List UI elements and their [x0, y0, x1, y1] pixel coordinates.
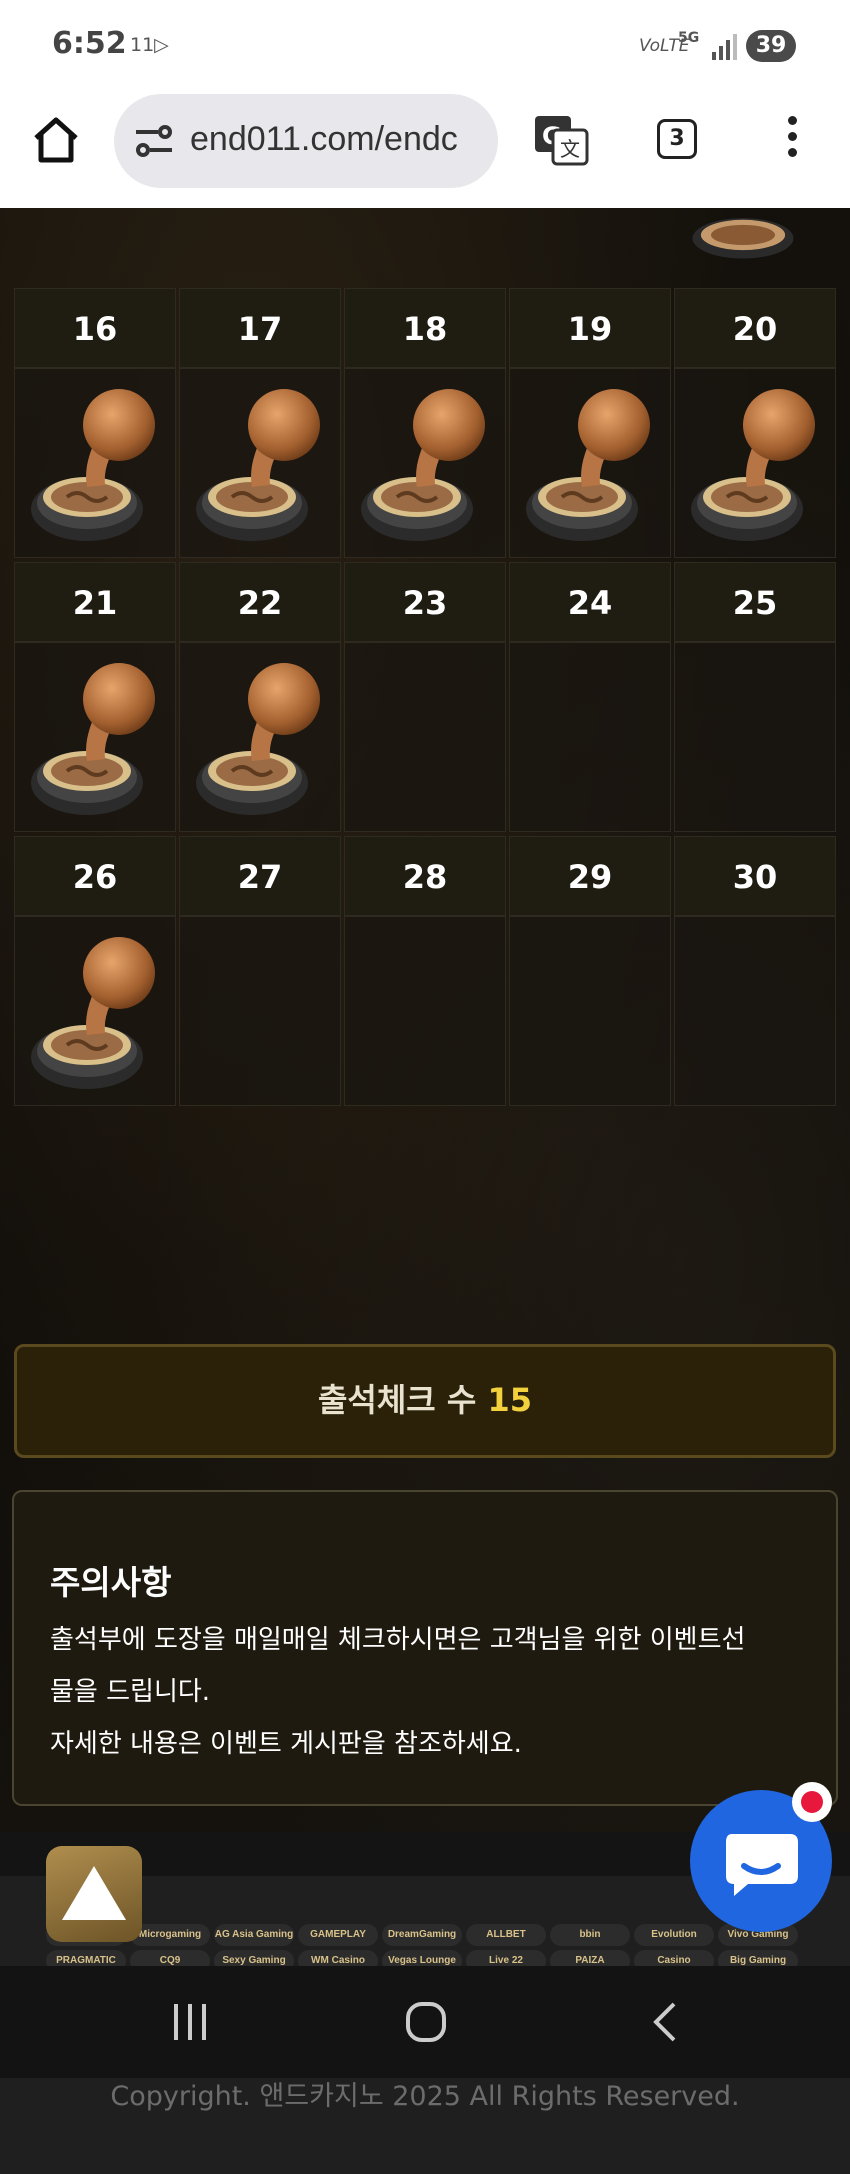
notice-line-1: 출석부에 도장을 매일매일 체크하시면은 고객님을 위한 이벤트선	[50, 1625, 746, 1655]
tab-switcher-button[interactable]: 3	[657, 119, 697, 159]
signal-icon	[712, 34, 737, 60]
notice-panel: 주의사항 출석부에 도장을 매일매일 체크하시면은 고객님을 위한 이벤트선 물…	[12, 1490, 838, 1806]
notice-text: 출석부에 도장을 매일매일 체크하시면은 고객님을 위한 이벤트선 물을 드립니…	[50, 1614, 800, 1770]
stamp-icon	[31, 937, 155, 1089]
site-settings-icon[interactable]	[134, 124, 174, 160]
notification-icon: 11▷	[130, 34, 169, 56]
browser-toolbar: end011.com/endc G 文 3	[0, 92, 850, 208]
stamp-cell-21	[14, 642, 176, 832]
system-navigation-bar	[0, 1966, 850, 2078]
copyright-text: Copyright. 앤드카지노 2025 All Rights Reserve…	[110, 2081, 740, 2112]
provider-logo: GAMEPLAY	[298, 1924, 378, 1946]
stamp-icon	[692, 218, 794, 259]
status-bar: 6:52 11▷ VoLTE 5G 39	[0, 0, 850, 92]
stamp-cell-24	[509, 642, 671, 832]
recent-apps-icon[interactable]	[170, 2002, 210, 2042]
notice-title: 주의사항	[50, 1563, 172, 1602]
more-menu-icon[interactable]	[784, 116, 800, 166]
attendance-count-label: 출석체크 수	[317, 1381, 477, 1419]
battery-icon: 39	[746, 30, 796, 62]
notice-line-3: 자세한 내용은 이벤트 게시판을 참조하세요.	[50, 1729, 522, 1759]
calendar-day-30: 30	[674, 836, 836, 916]
stamp-cell-27	[179, 916, 341, 1106]
translate-icon[interactable]: G 文	[533, 112, 589, 168]
provider-logo: ALLBET	[466, 1924, 546, 1946]
stamp-cell-26	[14, 916, 176, 1106]
5g-icon: 5G	[678, 30, 700, 46]
notice-line-2: 물을 드립니다.	[50, 1677, 211, 1707]
calendar-day-29: 29	[509, 836, 671, 916]
calendar-day-24: 24	[509, 562, 671, 642]
attendance-page: 16 17 18 19 20 21 22 23 24 25 26 27 28 2…	[0, 208, 850, 2174]
attendance-count-value: 15	[487, 1381, 532, 1419]
stamp-icon	[31, 389, 155, 541]
calendar-day-17: 17	[179, 288, 341, 368]
arrow-up-icon	[62, 1866, 126, 1920]
stamp-cell-22	[179, 642, 341, 832]
provider-logo: bbin	[550, 1924, 630, 1946]
stamp-cell-20	[674, 368, 836, 558]
attendance-count-box: 출석체크 수 15	[14, 1344, 836, 1458]
scroll-to-top-button[interactable]	[46, 1846, 142, 1942]
calendar-day-28: 28	[344, 836, 506, 916]
attendance-calendar: 16 17 18 19 20 21 22 23 24 25 26 27 28 2…	[14, 288, 836, 1110]
clock: 6:52	[52, 26, 127, 61]
provider-logo: Microgaming	[130, 1924, 210, 1946]
home-nav-icon[interactable]	[404, 2000, 448, 2044]
calendar-day-26: 26	[14, 836, 176, 916]
stamp-cell-17	[179, 368, 341, 558]
svg-text:文: 文	[560, 137, 580, 161]
stamp-icon	[361, 389, 485, 541]
stamp-cell-19	[509, 368, 671, 558]
calendar-day-19: 19	[509, 288, 671, 368]
provider-logo: DreamGaming	[382, 1924, 462, 1946]
address-bar[interactable]: end011.com/endc	[114, 94, 498, 188]
back-icon[interactable]	[650, 2000, 680, 2044]
calendar-day-16: 16	[14, 288, 176, 368]
stamp-cell-29	[509, 916, 671, 1106]
calendar-day-18: 18	[344, 288, 506, 368]
stamp-cell-23	[344, 642, 506, 832]
calendar-day-23: 23	[344, 562, 506, 642]
stamp-cell-18	[344, 368, 506, 558]
home-icon[interactable]	[30, 114, 82, 166]
calendar-day-22: 22	[179, 562, 341, 642]
stamp-cell-28	[344, 916, 506, 1106]
chat-notification-badge	[792, 1782, 832, 1822]
provider-logo: AG Asia Gaming	[214, 1924, 294, 1946]
stamp-cell-30	[674, 916, 836, 1106]
stamp-icon	[196, 389, 320, 541]
calendar-day-21: 21	[14, 562, 176, 642]
stamp-cell-25	[674, 642, 836, 832]
stamp-icon	[526, 389, 650, 541]
calendar-day-27: 27	[179, 836, 341, 916]
stamp-icon	[691, 389, 815, 541]
calendar-day-20: 20	[674, 288, 836, 368]
stamp-cell-16	[14, 368, 176, 558]
url-text[interactable]: end011.com/endc	[190, 120, 458, 159]
calendar-day-25: 25	[674, 562, 836, 642]
stamp-icon	[31, 663, 155, 815]
stamp-icon	[196, 663, 320, 815]
